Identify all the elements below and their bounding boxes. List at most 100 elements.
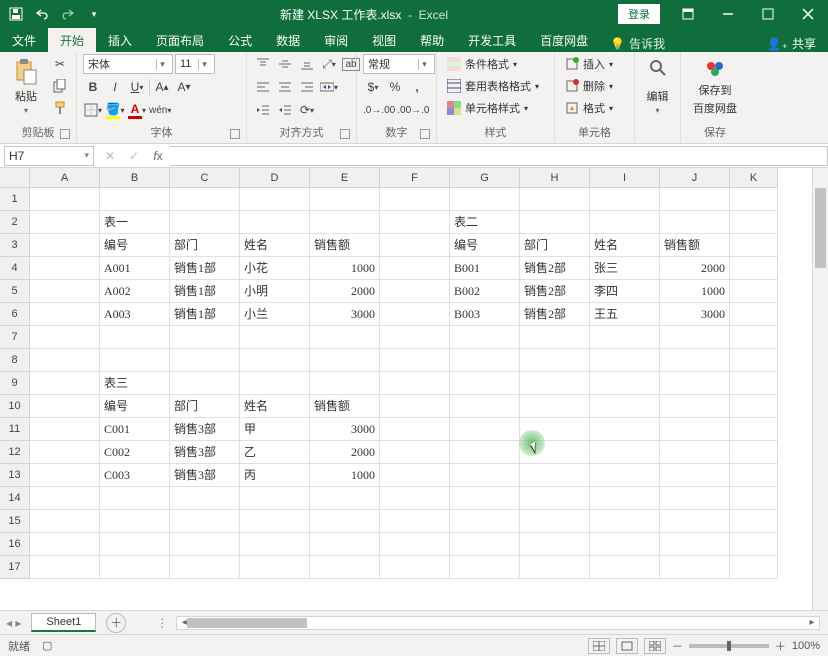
cell-E7[interactable] (310, 326, 380, 349)
col-header-E[interactable]: E (310, 168, 380, 188)
cell-F1[interactable] (380, 188, 450, 211)
select-all-corner[interactable] (0, 168, 30, 188)
percent-button[interactable]: % (385, 77, 405, 97)
cell-K12[interactable] (730, 441, 778, 464)
tab-formulas[interactable]: 公式 (216, 28, 264, 52)
cell-G15[interactable] (450, 510, 520, 533)
cell-E1[interactable] (310, 188, 380, 211)
cell-B17[interactable] (100, 556, 170, 579)
cell-G3[interactable]: 编号 (450, 234, 520, 257)
ribbon-options-icon[interactable] (668, 0, 708, 28)
cell-C17[interactable] (170, 556, 240, 579)
orientation-button[interactable]: ⤢▾ (319, 54, 339, 74)
grow-font-button[interactable]: A▴ (152, 77, 172, 97)
cell-D12[interactable]: 乙 (240, 441, 310, 464)
cell-H2[interactable] (520, 211, 590, 234)
enter-formula-button[interactable]: ✓ (122, 146, 146, 166)
cell-D10[interactable]: 姓名 (240, 395, 310, 418)
row-header-9[interactable]: 9 (0, 372, 30, 395)
comma-button[interactable]: , (407, 77, 427, 97)
cell-F2[interactable] (380, 211, 450, 234)
cell-I5[interactable]: 李四 (590, 280, 660, 303)
col-header-F[interactable]: F (380, 168, 450, 188)
cell-B5[interactable]: A002 (100, 280, 170, 303)
zoom-in-button[interactable]: ＋ (775, 638, 786, 654)
number-format-combo[interactable]: 常规▾ (363, 54, 435, 74)
row-header-17[interactable]: 17 (0, 556, 30, 579)
cell-K4[interactable] (730, 257, 778, 280)
cell-F11[interactable] (380, 418, 450, 441)
tab-data[interactable]: 数据 (264, 28, 312, 52)
cell-F5[interactable] (380, 280, 450, 303)
col-header-D[interactable]: D (240, 168, 310, 188)
undo-icon[interactable] (32, 4, 52, 24)
cell-E3[interactable]: 销售额 (310, 234, 380, 257)
cell-I4[interactable]: 张三 (590, 257, 660, 280)
cell-B8[interactable] (100, 349, 170, 372)
cell-B12[interactable]: C002 (100, 441, 170, 464)
col-header-B[interactable]: B (100, 168, 170, 188)
cell-C3[interactable]: 部门 (170, 234, 240, 257)
tab-developer[interactable]: 开发工具 (456, 28, 528, 52)
align-top-button[interactable] (253, 54, 273, 74)
cell-I6[interactable]: 王五 (590, 303, 660, 326)
cell-A15[interactable] (30, 510, 100, 533)
align-center-button[interactable] (275, 77, 295, 97)
cell-E11[interactable]: 3000 (310, 418, 380, 441)
cell-K11[interactable] (730, 418, 778, 441)
delete-cells-button[interactable]: 删除▾ (561, 76, 617, 96)
cell-I12[interactable] (590, 441, 660, 464)
cell-G7[interactable] (450, 326, 520, 349)
cell-E17[interactable] (310, 556, 380, 579)
cell-D15[interactable] (240, 510, 310, 533)
row-header-2[interactable]: 2 (0, 211, 30, 234)
cell-F13[interactable] (380, 464, 450, 487)
cancel-formula-button[interactable]: ✕ (98, 146, 122, 166)
cell-A16[interactable] (30, 533, 100, 556)
normal-view-icon[interactable] (588, 638, 610, 654)
cell-C4[interactable]: 销售1部 (170, 257, 240, 280)
italic-button[interactable]: I (105, 77, 125, 97)
accounting-button[interactable]: $▾ (363, 77, 383, 97)
cell-H4[interactable]: 销售2部 (520, 257, 590, 280)
tab-insert[interactable]: 插入 (96, 28, 144, 52)
cell-K5[interactable] (730, 280, 778, 303)
cell-J15[interactable] (660, 510, 730, 533)
tab-file[interactable]: 文件 (0, 28, 48, 52)
rotate-text-button[interactable]: ⟳▾ (297, 100, 317, 120)
row-header-12[interactable]: 12 (0, 441, 30, 464)
row-header-6[interactable]: 6 (0, 303, 30, 326)
font-size-combo[interactable]: 11▾ (175, 54, 215, 74)
cell-E10[interactable]: 销售额 (310, 395, 380, 418)
cell-H9[interactable] (520, 372, 590, 395)
row-header-11[interactable]: 11 (0, 418, 30, 441)
cell-J7[interactable] (660, 326, 730, 349)
cell-E6[interactable]: 3000 (310, 303, 380, 326)
save-icon[interactable] (6, 4, 26, 24)
cell-F6[interactable] (380, 303, 450, 326)
cell-K8[interactable] (730, 349, 778, 372)
scroll-right-icon[interactable]: ▸ (805, 617, 819, 628)
cell-G6[interactable]: B003 (450, 303, 520, 326)
cell-B3[interactable]: 编号 (100, 234, 170, 257)
baidu-save-button[interactable]: 保存到 百度网盘 (687, 54, 743, 116)
formula-input[interactable] (170, 146, 828, 166)
font-name-combo[interactable]: 宋体▾ (83, 54, 173, 74)
cell-G10[interactable] (450, 395, 520, 418)
cell-K1[interactable] (730, 188, 778, 211)
col-header-H[interactable]: H (520, 168, 590, 188)
cell-K17[interactable] (730, 556, 778, 579)
decrease-decimal-button[interactable]: .00→.0 (397, 100, 429, 120)
cell-G16[interactable] (450, 533, 520, 556)
cell-G14[interactable] (450, 487, 520, 510)
cell-J13[interactable] (660, 464, 730, 487)
tab-review[interactable]: 审阅 (312, 28, 360, 52)
row-header-14[interactable]: 14 (0, 487, 30, 510)
cell-H16[interactable] (520, 533, 590, 556)
row-header-10[interactable]: 10 (0, 395, 30, 418)
cell-B16[interactable] (100, 533, 170, 556)
cell-F4[interactable] (380, 257, 450, 280)
cell-C12[interactable]: 销售3部 (170, 441, 240, 464)
shrink-font-button[interactable]: A▾ (174, 77, 194, 97)
cell-C10[interactable]: 部门 (170, 395, 240, 418)
